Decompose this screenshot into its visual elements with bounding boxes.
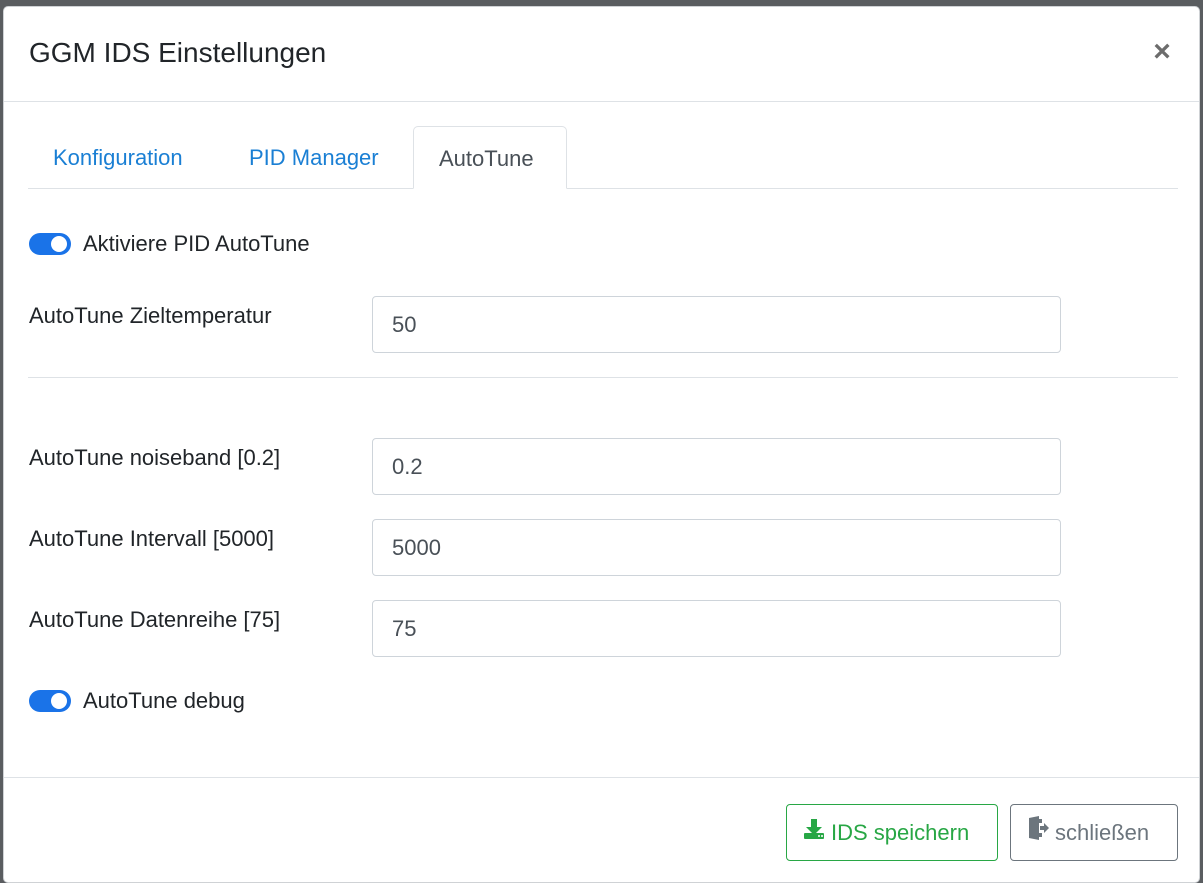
close-x-button[interactable]: ×	[1149, 37, 1175, 67]
noiseband-label: AutoTune noiseband [0.2]	[29, 445, 281, 470]
enable-autotune-label: Aktiviere PID AutoTune	[83, 231, 310, 256]
autotune-debug-label: AutoTune debug	[83, 688, 245, 713]
target-temp-label: AutoTune Zieltemperatur	[29, 303, 272, 328]
autotune-debug-switch[interactable]	[29, 690, 71, 712]
tab-autotune[interactable]: AutoTune	[413, 126, 567, 189]
lookback-label: AutoTune Datenreihe [75]	[29, 607, 281, 632]
tab-konfiguration[interactable]: Konfiguration	[28, 126, 208, 189]
interval-input[interactable]	[372, 519, 1061, 576]
dialog-header: GGM IDS Einstellungen ×	[4, 7, 1199, 102]
dialog-footer: IDS speichern schließen	[4, 777, 1199, 883]
interval-label: AutoTune Intervall [5000]	[29, 526, 275, 551]
close-button[interactable]: schließen	[1010, 804, 1178, 861]
dialog-title: GGM IDS Einstellungen	[29, 37, 327, 68]
enable-autotune-switch[interactable]	[29, 233, 71, 255]
switch-knob	[51, 236, 67, 252]
save-ids-button[interactable]: IDS speichern	[786, 804, 998, 861]
settings-dialog: GGM IDS Einstellungen × Konfiguration PI…	[3, 6, 1200, 883]
section-divider	[28, 377, 1178, 378]
close-label: schließen	[1055, 820, 1150, 845]
noiseband-input[interactable]	[372, 438, 1061, 495]
tab-bar: Konfiguration PID Manager AutoTune	[28, 126, 1178, 189]
save-ids-label: IDS speichern	[831, 820, 970, 845]
target-temp-input[interactable]	[372, 296, 1061, 353]
sign-out-icon	[1027, 805, 1049, 860]
lookback-input[interactable]	[372, 600, 1061, 657]
switch-knob	[51, 693, 67, 709]
tab-pid-manager[interactable]: PID Manager	[224, 126, 404, 189]
download-icon	[803, 805, 825, 860]
